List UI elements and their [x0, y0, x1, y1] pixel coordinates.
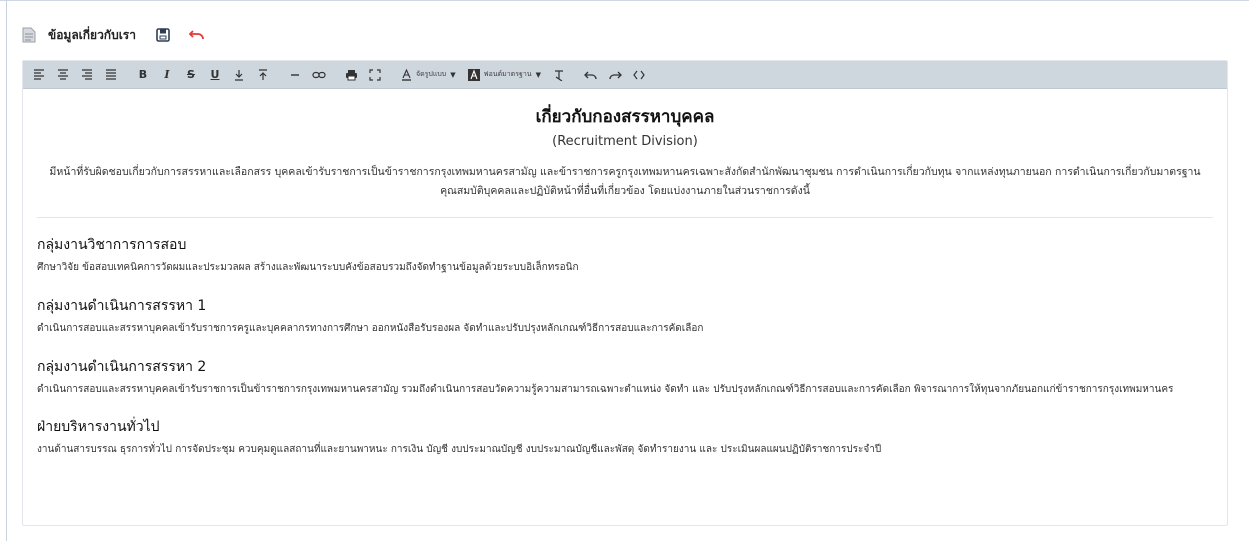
fullscreen-icon: [369, 68, 381, 81]
redo-icon: [609, 71, 622, 79]
section-title: กลุ่มงานดำเนินการสรรหา 2: [37, 359, 207, 375]
italic-button[interactable]: I: [156, 64, 178, 86]
source-code-button[interactable]: [628, 64, 650, 86]
editor-header: ข้อมูลเกี่ยวกับเรา: [22, 20, 208, 50]
clear-format-icon: [554, 69, 563, 81]
underline-button[interactable]: U: [204, 64, 226, 86]
print-button[interactable]: [340, 64, 362, 86]
bold-icon: B: [138, 68, 148, 81]
section-title: กลุ่มงานวิชาการการสอบ: [37, 237, 187, 253]
clear-format-button[interactable]: [548, 64, 570, 86]
section-body: งานด้านสารบรรณ ธุรการทั่วไป การจัดประชุม…: [37, 444, 882, 455]
align-left-icon: [34, 69, 44, 80]
redo-button[interactable]: [604, 64, 626, 86]
source-code-icon: [633, 70, 645, 79]
section-title: ฝ่ายบริหารงานทั่วไป: [37, 419, 160, 435]
align-right-icon: [82, 69, 92, 80]
chevron-down-icon: ▼: [450, 70, 456, 79]
strikethrough-icon: S: [187, 68, 195, 81]
align-justify-icon: [106, 69, 116, 80]
undo-icon: [584, 71, 597, 79]
subscript-icon: [235, 69, 243, 81]
section-title: กลุ่มงานดำเนินการสรรหา 1: [37, 298, 207, 314]
bold-button[interactable]: B: [132, 64, 154, 86]
revert-button[interactable]: [186, 24, 208, 46]
background-color-icon: [467, 68, 480, 81]
page-title: ข้อมูลเกี่ยวกับเรา: [48, 27, 136, 42]
superscript-icon: [259, 68, 267, 80]
fullscreen-button[interactable]: [364, 64, 386, 86]
window-top-border: [0, 0, 1249, 1]
horizontal-rule-button[interactable]: [284, 64, 306, 86]
save-button[interactable]: [152, 24, 174, 46]
window-left-border: [6, 0, 7, 541]
horizontal-rule-icon: [291, 73, 299, 76]
editor-content[interactable]: เกี่ยวกับกองสรรหาบุคคล (Recruitment Divi…: [23, 89, 1227, 459]
editor-toolbar: B I S U จัดรูปแบบ ▼ ฟอนต์มาตรฐาน ▼: [23, 61, 1227, 89]
rich-text-editor: B I S U จัดรูปแบบ ▼ ฟอนต์มาตรฐาน ▼ เกี่ย…: [22, 60, 1228, 526]
document-icon: [22, 27, 36, 43]
section-recruitment-1: กลุ่มงานดำเนินการสรรหา 1 ดำเนินการสอบและ…: [37, 295, 1213, 338]
save-icon: [156, 28, 170, 42]
font-select[interactable]: ฟอนต์มาตรฐาน ▼: [462, 64, 547, 86]
undo-icon: [188, 30, 204, 40]
intro-paragraph: มีหน้าที่รับผิดชอบเกี่ยวกับการสรรหาและเล…: [49, 166, 1201, 197]
align-right-button[interactable]: [76, 64, 98, 86]
chevron-down-icon: ▼: [535, 70, 541, 79]
align-center-icon: [58, 69, 68, 80]
italic-icon: I: [164, 68, 170, 81]
subscript-button[interactable]: [228, 64, 250, 86]
style-select[interactable]: จัดรูปแบบ ▼: [395, 64, 462, 86]
section-general-admin: ฝ่ายบริหารงานทั่วไป งานด้านสารบรรณ ธุรกา…: [37, 416, 1213, 459]
superscript-button[interactable]: [252, 64, 274, 86]
divider: [37, 217, 1213, 218]
font-select-label: ฟอนต์มาตรฐาน: [483, 70, 532, 78]
link-icon: [312, 71, 326, 78]
underline-icon: U: [210, 68, 220, 81]
content-subheading: (Recruitment Division): [552, 134, 698, 149]
style-select-label: จัดรูปแบบ: [416, 70, 447, 78]
link-button[interactable]: [308, 64, 330, 86]
content-heading: เกี่ยวกับกองสรรหาบุคคล: [535, 107, 715, 127]
section-exam-academic: กลุ่มงานวิชาการการสอบ ศึกษาวิจัย ข้อสอบเ…: [37, 234, 1213, 277]
print-icon: [345, 69, 357, 80]
align-justify-button[interactable]: [100, 64, 122, 86]
section-body: ดำเนินการสอบและสรรหาบุคคลเข้ารับราชการคร…: [37, 323, 704, 334]
undo-button[interactable]: [580, 64, 602, 86]
align-center-button[interactable]: [52, 64, 74, 86]
section-recruitment-2: กลุ่มงานดำเนินการสรรหา 2 ดำเนินการสอบและ…: [37, 356, 1213, 399]
align-left-button[interactable]: [28, 64, 50, 86]
font-color-icon: [402, 68, 411, 81]
section-body: ดำเนินการสอบและสรรหาบุคคลเข้ารับราชการเป…: [37, 384, 1174, 395]
section-body: ศึกษาวิจัย ข้อสอบเทคนิคการวัดผมและประมวล…: [37, 262, 579, 273]
strikethrough-button[interactable]: S: [180, 64, 202, 86]
